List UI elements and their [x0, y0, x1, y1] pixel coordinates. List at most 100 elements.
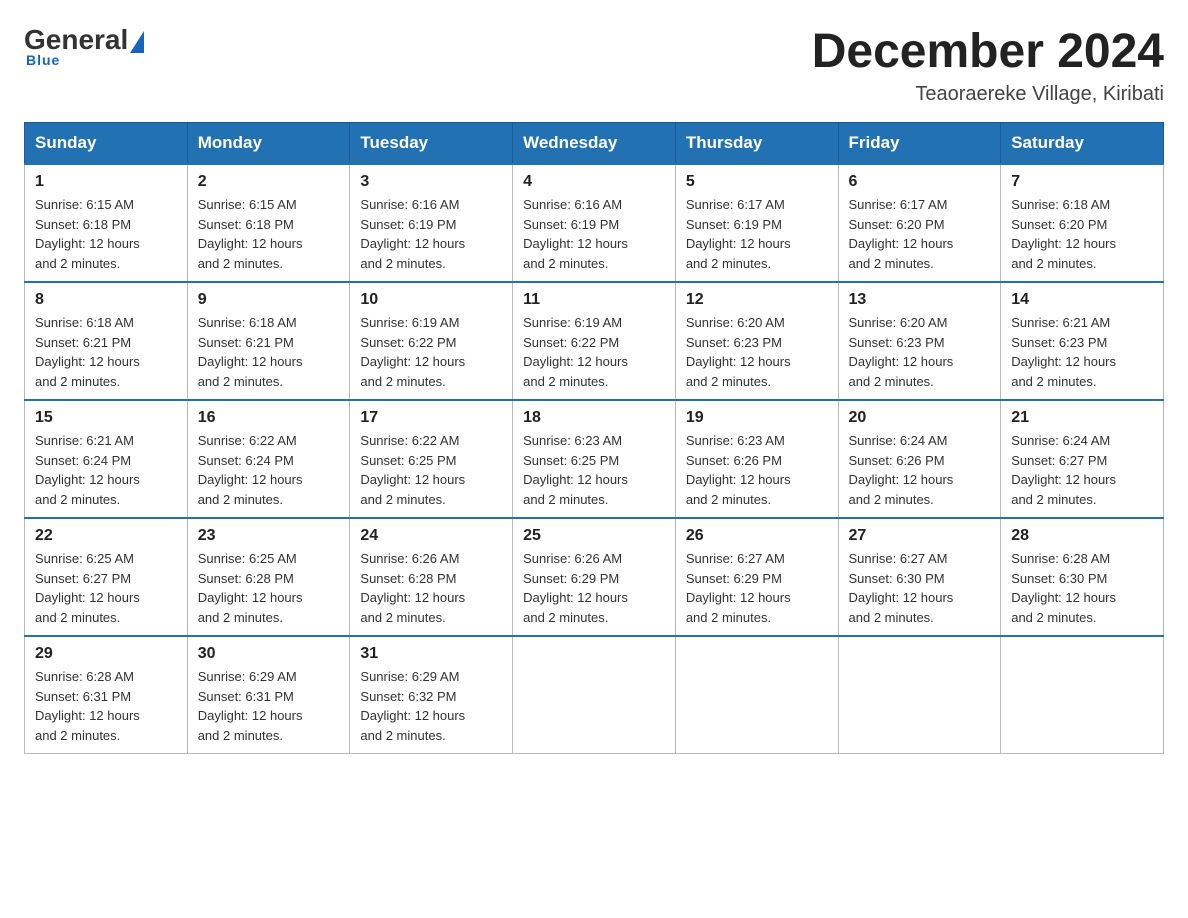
calendar-cell: 2Sunrise: 6:15 AMSunset: 6:18 PMDaylight…	[187, 164, 350, 282]
day-number: 30	[198, 645, 340, 663]
day-number: 29	[35, 645, 177, 663]
day-info: Sunrise: 6:23 AMSunset: 6:25 PMDaylight:…	[523, 431, 665, 509]
day-info: Sunrise: 6:28 AMSunset: 6:30 PMDaylight:…	[1011, 549, 1153, 627]
calendar-cell: 1 Sunrise: 6:15 AMSunset: 6:18 PMDaylight…	[25, 164, 188, 282]
day-info: Sunrise: 6:19 AMSunset: 6:22 PMDaylight:…	[360, 313, 502, 391]
calendar-cell	[838, 636, 1001, 754]
day-info: Sunrise: 6:24 AMSunset: 6:26 PMDaylight:…	[849, 431, 991, 509]
day-number: 19	[686, 409, 828, 427]
col-header-friday: Friday	[838, 123, 1001, 165]
day-number: 10	[360, 291, 502, 309]
calendar-cell: 30 Sunrise: 6:29 AMSunset: 6:31 PMDayligh…	[187, 636, 350, 754]
col-header-wednesday: Wednesday	[513, 123, 676, 165]
day-info: Sunrise: 6:17 AMSunset: 6:20 PMDaylight:…	[849, 195, 991, 273]
calendar-cell: 23 Sunrise: 6:25 AMSunset: 6:28 PMDayligh…	[187, 518, 350, 636]
calendar-cell: 11 Sunrise: 6:19 AMSunset: 6:22 PMDayligh…	[513, 282, 676, 400]
calendar-cell: 21 Sunrise: 6:24 AMSunset: 6:27 PMDayligh…	[1001, 400, 1164, 518]
col-header-tuesday: Tuesday	[350, 123, 513, 165]
day-info: Sunrise: 6:18 AMSunset: 6:21 PMDaylight:…	[35, 313, 177, 391]
day-number: 27	[849, 527, 991, 545]
day-number: 13	[849, 291, 991, 309]
day-number: 21	[1011, 409, 1153, 427]
day-number: 6	[849, 173, 991, 191]
day-number: 2	[198, 173, 340, 191]
day-number: 7	[1011, 173, 1153, 191]
col-header-saturday: Saturday	[1001, 123, 1164, 165]
day-info: Sunrise: 6:26 AMSunset: 6:29 PMDaylight:…	[523, 549, 665, 627]
calendar-cell: 25 Sunrise: 6:26 AMSunset: 6:29 PMDayligh…	[513, 518, 676, 636]
day-number: 3	[360, 173, 502, 191]
day-number: 17	[360, 409, 502, 427]
day-info: Sunrise: 6:27 AMSunset: 6:29 PMDaylight:…	[686, 549, 828, 627]
day-number: 9	[198, 291, 340, 309]
day-info: Sunrise: 6:22 AMSunset: 6:25 PMDaylight:…	[360, 431, 502, 509]
col-header-thursday: Thursday	[675, 123, 838, 165]
logo-triangle-icon	[130, 31, 144, 53]
calendar-cell	[675, 636, 838, 754]
day-number: 24	[360, 527, 502, 545]
day-info: Sunrise: 6:15 AMSunset: 6:18 PMDaylight:…	[35, 195, 177, 273]
day-number: 26	[686, 527, 828, 545]
week-row-2: 8 Sunrise: 6:18 AMSunset: 6:21 PMDaylight…	[25, 282, 1164, 400]
day-number: 11	[523, 291, 665, 309]
calendar-cell: 19Sunrise: 6:23 AMSunset: 6:26 PMDayligh…	[675, 400, 838, 518]
calendar-cell: 13Sunrise: 6:20 AMSunset: 6:23 PMDayligh…	[838, 282, 1001, 400]
day-info: Sunrise: 6:21 AMSunset: 6:23 PMDaylight:…	[1011, 313, 1153, 391]
day-number: 5	[686, 173, 828, 191]
calendar-cell: 8 Sunrise: 6:18 AMSunset: 6:21 PMDaylight…	[25, 282, 188, 400]
day-number: 15	[35, 409, 177, 427]
calendar-cell: 3 Sunrise: 6:16 AMSunset: 6:19 PMDaylight…	[350, 164, 513, 282]
calendar-cell	[513, 636, 676, 754]
week-row-4: 22 Sunrise: 6:25 AMSunset: 6:27 PMDayligh…	[25, 518, 1164, 636]
calendar-cell: 17 Sunrise: 6:22 AMSunset: 6:25 PMDayligh…	[350, 400, 513, 518]
day-number: 12	[686, 291, 828, 309]
day-info: Sunrise: 6:17 AMSunset: 6:19 PMDaylight:…	[686, 195, 828, 273]
calendar-cell: 18 Sunrise: 6:23 AMSunset: 6:25 PMDayligh…	[513, 400, 676, 518]
day-info: Sunrise: 6:28 AMSunset: 6:31 PMDaylight:…	[35, 667, 177, 745]
day-info: Sunrise: 6:29 AMSunset: 6:31 PMDaylight:…	[198, 667, 340, 745]
day-info: Sunrise: 6:25 AMSunset: 6:27 PMDaylight:…	[35, 549, 177, 627]
calendar-cell: 28 Sunrise: 6:28 AMSunset: 6:30 PMDayligh…	[1001, 518, 1164, 636]
day-header-row: SundayMondayTuesdayWednesdayThursdayFrid…	[25, 123, 1164, 165]
day-number: 14	[1011, 291, 1153, 309]
calendar-cell: 15 Sunrise: 6:21 AMSunset: 6:24 PMDayligh…	[25, 400, 188, 518]
calendar-cell: 12 Sunrise: 6:20 AMSunset: 6:23 PMDayligh…	[675, 282, 838, 400]
calendar-cell: 10 Sunrise: 6:19 AMSunset: 6:22 PMDayligh…	[350, 282, 513, 400]
week-row-5: 29 Sunrise: 6:28 AMSunset: 6:31 PMDayligh…	[25, 636, 1164, 754]
col-header-sunday: Sunday	[25, 123, 188, 165]
calendar-cell: 7Sunrise: 6:18 AMSunset: 6:20 PMDaylight…	[1001, 164, 1164, 282]
logo: General Blue	[24, 24, 146, 68]
day-info: Sunrise: 6:27 AMSunset: 6:30 PMDaylight:…	[849, 549, 991, 627]
day-number: 28	[1011, 527, 1153, 545]
calendar-cell: 26 Sunrise: 6:27 AMSunset: 6:29 PMDayligh…	[675, 518, 838, 636]
day-info: Sunrise: 6:21 AMSunset: 6:24 PMDaylight:…	[35, 431, 177, 509]
title-section: December 2024 Teaoraereke Village, Kirib…	[812, 24, 1164, 106]
calendar-cell: 31 Sunrise: 6:29 AMSunset: 6:32 PMDayligh…	[350, 636, 513, 754]
month-title: December 2024	[812, 24, 1164, 79]
calendar-cell: 20Sunrise: 6:24 AMSunset: 6:26 PMDayligh…	[838, 400, 1001, 518]
day-number: 23	[198, 527, 340, 545]
day-number: 22	[35, 527, 177, 545]
day-info: Sunrise: 6:16 AMSunset: 6:19 PMDaylight:…	[523, 195, 665, 273]
calendar-cell: 24 Sunrise: 6:26 AMSunset: 6:28 PMDayligh…	[350, 518, 513, 636]
calendar-cell: 5 Sunrise: 6:17 AMSunset: 6:19 PMDaylight…	[675, 164, 838, 282]
day-number: 25	[523, 527, 665, 545]
day-info: Sunrise: 6:29 AMSunset: 6:32 PMDaylight:…	[360, 667, 502, 745]
calendar-cell: 14 Sunrise: 6:21 AMSunset: 6:23 PMDayligh…	[1001, 282, 1164, 400]
day-info: Sunrise: 6:20 AMSunset: 6:23 PMDaylight:…	[686, 313, 828, 391]
day-info: Sunrise: 6:19 AMSunset: 6:22 PMDaylight:…	[523, 313, 665, 391]
calendar-cell: 16Sunrise: 6:22 AMSunset: 6:24 PMDayligh…	[187, 400, 350, 518]
day-number: 1	[35, 173, 177, 191]
calendar-cell: 22 Sunrise: 6:25 AMSunset: 6:27 PMDayligh…	[25, 518, 188, 636]
day-number: 18	[523, 409, 665, 427]
day-info: Sunrise: 6:22 AMSunset: 6:24 PMDaylight:…	[198, 431, 340, 509]
day-info: Sunrise: 6:24 AMSunset: 6:27 PMDaylight:…	[1011, 431, 1153, 509]
week-row-3: 15 Sunrise: 6:21 AMSunset: 6:24 PMDayligh…	[25, 400, 1164, 518]
day-info: Sunrise: 6:25 AMSunset: 6:28 PMDaylight:…	[198, 549, 340, 627]
day-info: Sunrise: 6:26 AMSunset: 6:28 PMDaylight:…	[360, 549, 502, 627]
calendar-cell: 6 Sunrise: 6:17 AMSunset: 6:20 PMDaylight…	[838, 164, 1001, 282]
day-info: Sunrise: 6:16 AMSunset: 6:19 PMDaylight:…	[360, 195, 502, 273]
day-number: 31	[360, 645, 502, 663]
week-row-1: 1 Sunrise: 6:15 AMSunset: 6:18 PMDaylight…	[25, 164, 1164, 282]
day-number: 8	[35, 291, 177, 309]
